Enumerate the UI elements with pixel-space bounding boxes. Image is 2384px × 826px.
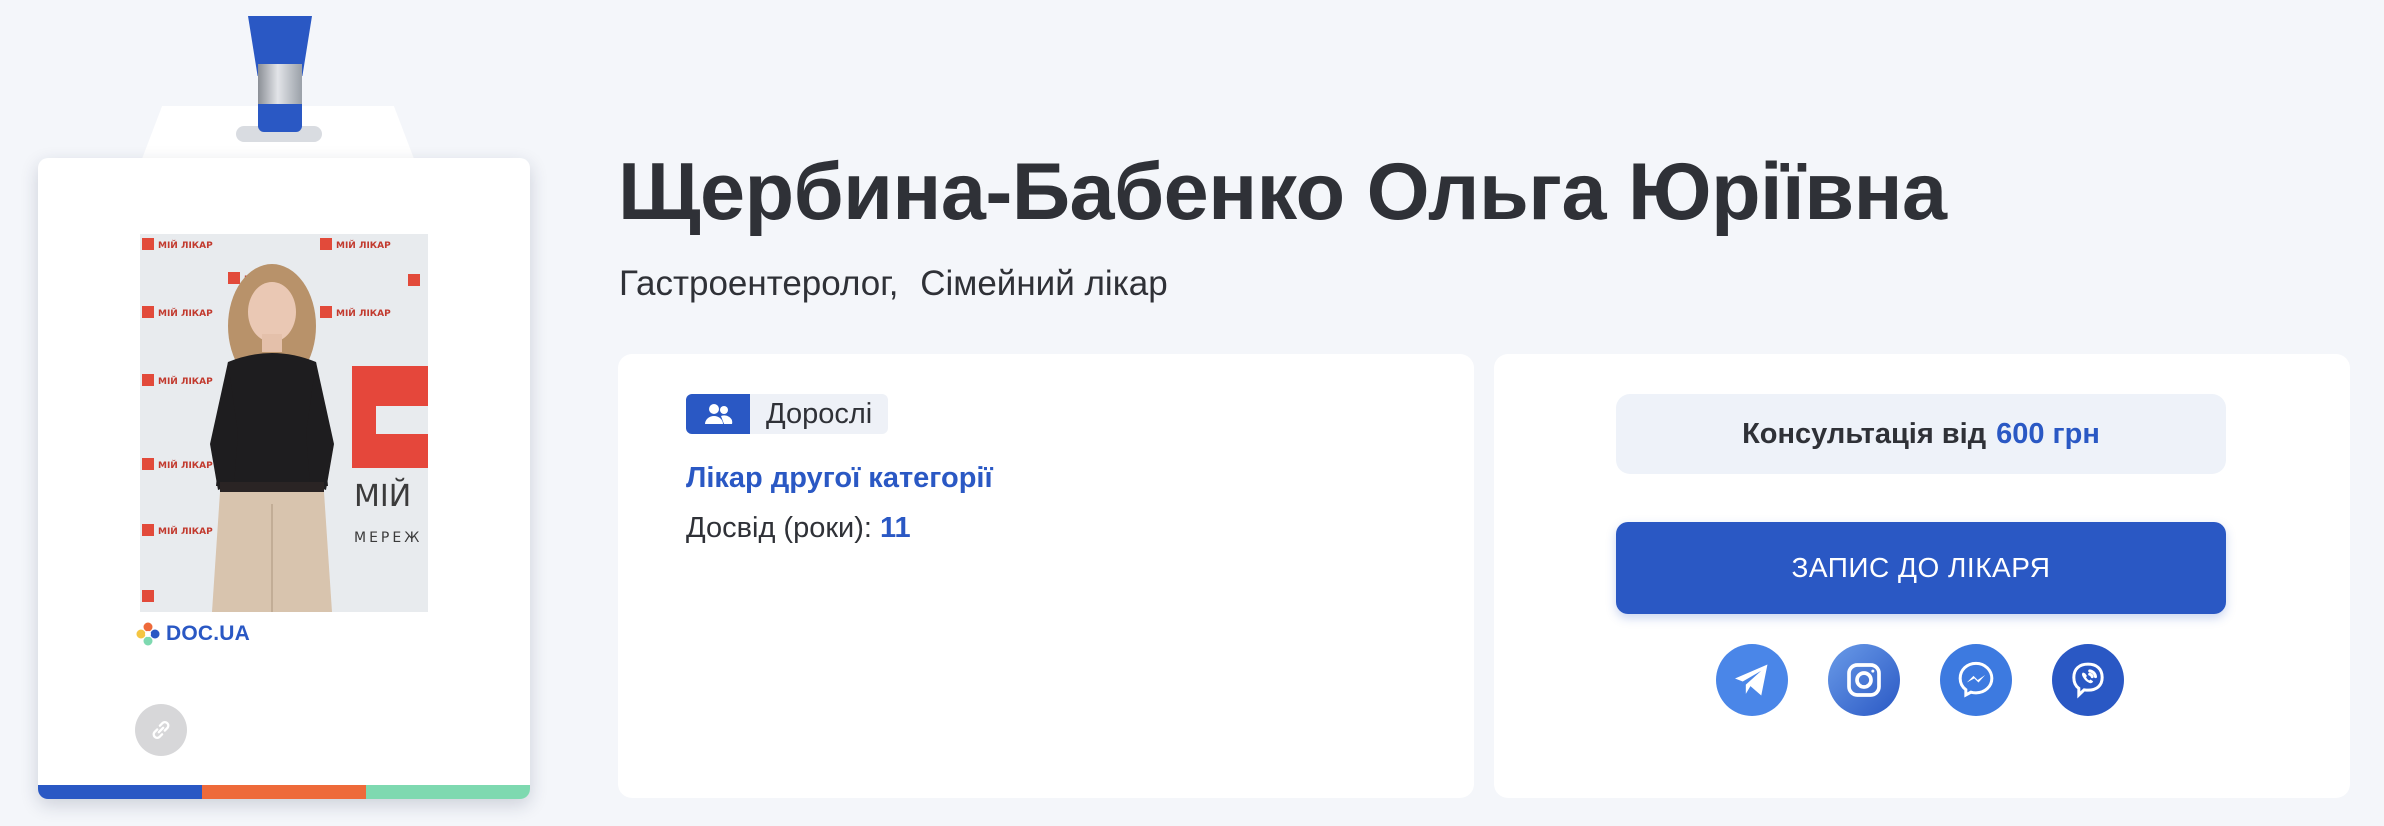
doctor-specialties: Гастроентеролог, Сімейний лікар <box>619 264 1168 304</box>
doc-ua-flower-icon <box>136 622 160 646</box>
svg-text:МІЙ ЛІКАР: МІЙ ЛІКАР <box>158 375 213 387</box>
doctor-badge-card: МІЙ ЛІКАР МІЙ ЛІКАР МІЙ ЛІКАР МІЙ ЛІКАР … <box>38 158 530 799</box>
telegram-button[interactable] <box>1716 644 1788 716</box>
patients-age-label: Дорослі <box>750 394 889 434</box>
link-icon <box>152 721 170 739</box>
instagram-icon <box>1847 663 1881 697</box>
experience-label: Досвід (роки): <box>686 512 872 544</box>
instagram-button[interactable] <box>1828 644 1900 716</box>
messenger-button[interactable] <box>1940 644 2012 716</box>
copy-link-button[interactable] <box>135 704 187 756</box>
svg-text:МІЙ ЛІКАР: МІЙ ЛІКАР <box>158 525 213 537</box>
price-label: Консультація від <box>1742 417 1987 450</box>
svg-text:МІЙ: МІЙ <box>354 478 411 514</box>
svg-text:МЕРЕЖ: МЕРЕЖ <box>354 530 422 546</box>
svg-text:МІЙ ЛІКАР: МІЙ ЛІКАР <box>336 239 391 251</box>
badge-stripe-orange <box>202 785 366 799</box>
svg-text:МІЙ ЛІКАР: МІЙ ЛІКАР <box>158 239 213 251</box>
viber-icon <box>2072 662 2104 699</box>
price-value: 600 грн <box>1996 417 2100 450</box>
svg-text:МІЙ ЛІКАР: МІЙ ЛІКАР <box>158 459 213 471</box>
specialty-family-doctor[interactable]: Сімейний лікар <box>920 264 1168 303</box>
consultation-price: Консультація від 600 грн <box>1616 394 2226 474</box>
lanyard-clip-end <box>258 104 302 132</box>
patients-age-tag: Дорослі <box>686 394 889 434</box>
lanyard-clip <box>258 64 302 108</box>
tag-icon-box <box>686 394 750 434</box>
doctor-name: Щербина-Бабенко Ольга Юріївна <box>618 147 1947 237</box>
doctor-experience: Досвід (роки): 11 <box>686 512 911 545</box>
svg-text:МІЙ ЛІКАР: МІЙ ЛІКАР <box>158 307 213 319</box>
badge-stripe-green <box>366 785 530 799</box>
svg-text:МІЙ ЛІКАР: МІЙ ЛІКАР <box>336 307 391 319</box>
experience-value: 11 <box>880 512 911 544</box>
viber-button[interactable] <box>2052 644 2124 716</box>
social-share-row <box>1716 644 2124 716</box>
book-appointment-button[interactable]: ЗАПИС ДО ЛІКАРЯ <box>1616 522 2226 614</box>
doc-ua-logo: DOC.UA <box>136 622 250 646</box>
badge-stripe-blue <box>38 785 202 799</box>
doctor-category: Лікар другої категорії <box>686 462 993 494</box>
booking-card: Консультація від 600 грн ЗАПИС ДО ЛІКАРЯ <box>1494 354 2350 798</box>
doc-ua-brand-text: DOC.UA <box>166 622 251 645</box>
doctor-photo: МІЙ ЛІКАР МІЙ ЛІКАР МІЙ ЛІКАР МІЙ ЛІКАР … <box>140 234 428 612</box>
messenger-icon <box>1958 661 1994 698</box>
doctor-info-card: Дорослі Лікар другої категорії Досвід (р… <box>618 354 1474 798</box>
users-icon <box>705 404 733 424</box>
telegram-icon <box>1735 664 1768 696</box>
specialty-gastroenterologist[interactable]: Гастроентеролог, <box>619 264 898 303</box>
